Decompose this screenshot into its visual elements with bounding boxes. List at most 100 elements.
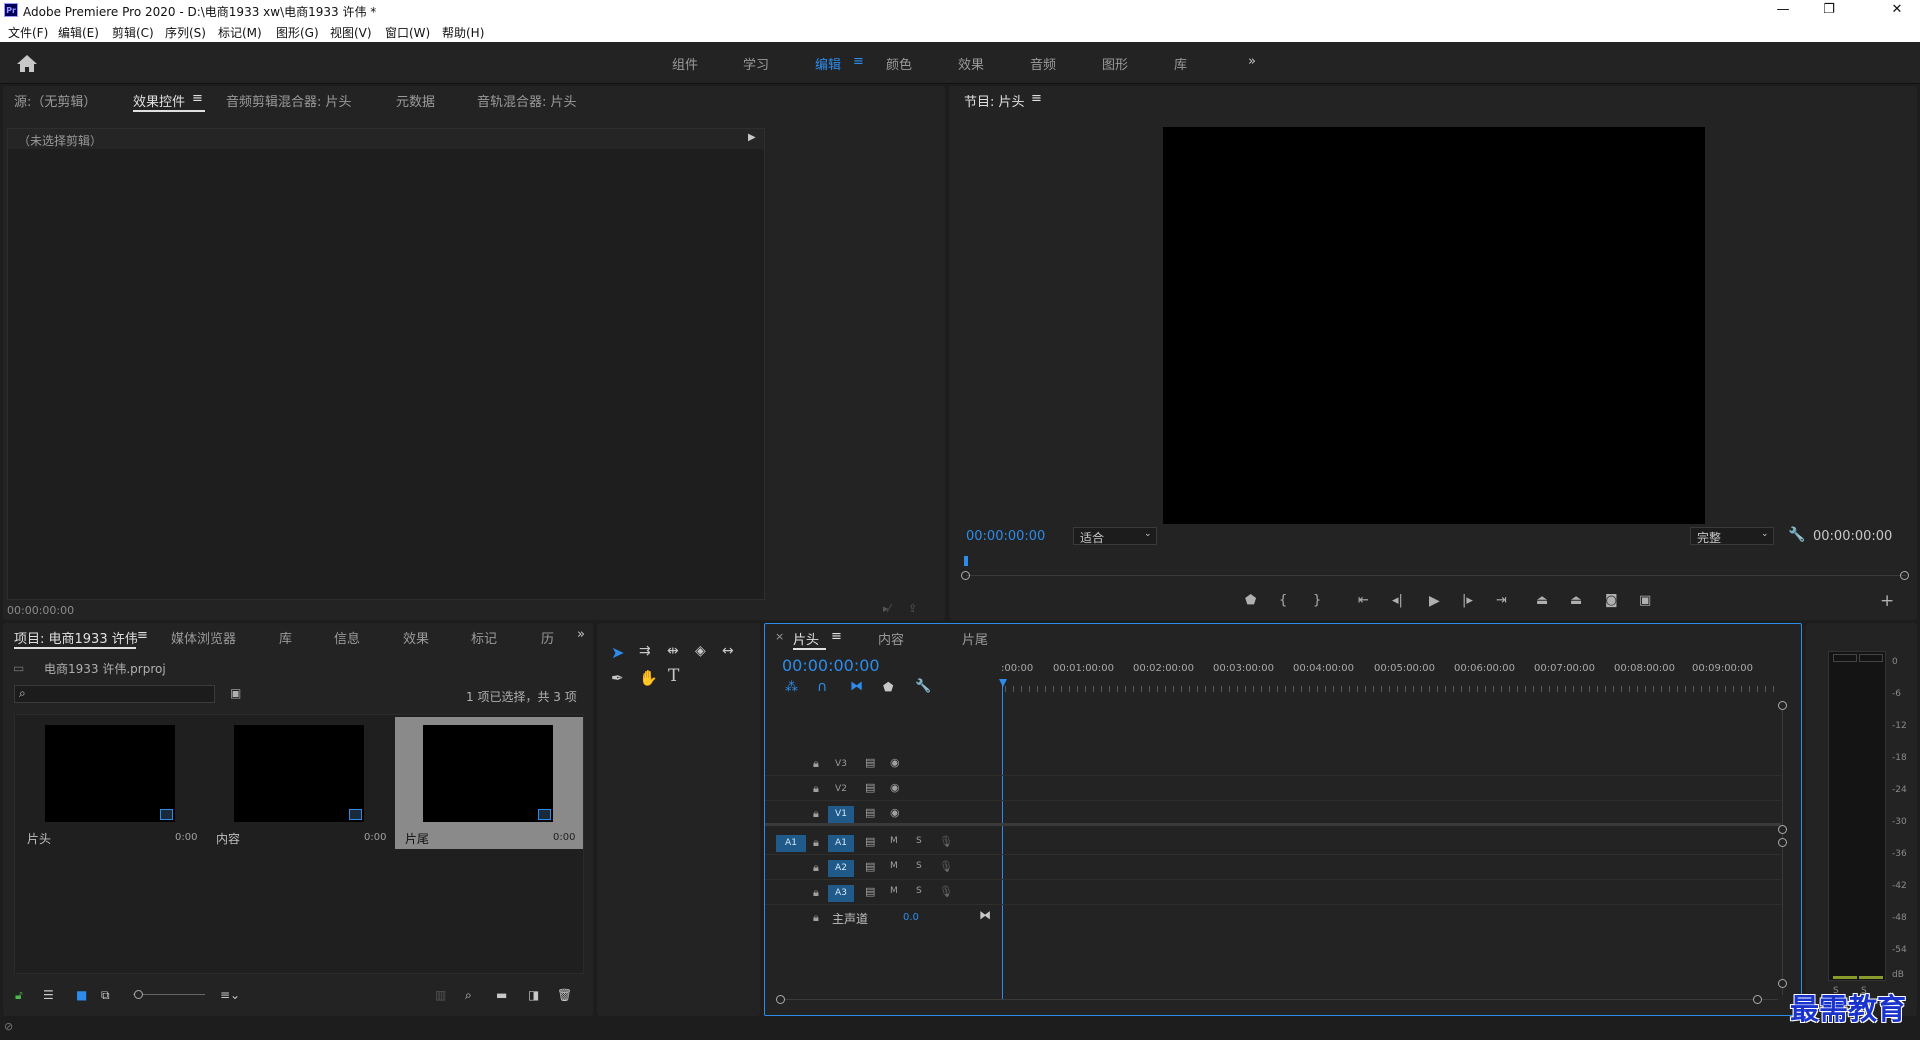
- extract-icon[interactable]: ⏏: [1570, 593, 1582, 608]
- add-marker-icon[interactable]: ⬟: [883, 680, 893, 694]
- menu-graphics[interactable]: 图形(G): [276, 24, 319, 41]
- vscroll-handle-mid[interactable]: [1778, 825, 1787, 834]
- step-back-icon[interactable]: ◂|: [1392, 593, 1403, 608]
- toggle-sync-icon[interactable]: ▤: [865, 756, 875, 769]
- menu-sequence[interactable]: 序列(S): [165, 24, 206, 41]
- close-button[interactable]: ✕: [1874, 0, 1920, 21]
- workspace-menu-icon[interactable]: ≡: [853, 54, 864, 69]
- wrench-icon[interactable]: 🔧: [1788, 527, 1805, 543]
- maximize-button[interactable]: ❐: [1806, 0, 1852, 21]
- tab-audio-clip-mixer[interactable]: 音频剪辑混合器: 片头: [226, 91, 352, 110]
- track-label[interactable]: A1: [828, 835, 854, 852]
- lock-icon[interactable]: 🔒︎: [813, 757, 819, 771]
- mark-out-icon[interactable]: }: [1313, 593, 1321, 608]
- find-icon[interactable]: ⌕: [465, 988, 472, 1003]
- lock-icon[interactable]: 🔒︎: [813, 836, 819, 850]
- workspace-color[interactable]: 颜色: [886, 54, 912, 73]
- horizontal-scrollbar[interactable]: [780, 999, 1778, 1000]
- lock-icon[interactable]: 🔓︎: [15, 988, 23, 1003]
- lock-icon[interactable]: 🔒︎: [813, 861, 819, 875]
- go-to-in-icon[interactable]: ⇤: [1358, 593, 1369, 608]
- menu-edit[interactable]: 编辑(E): [58, 24, 99, 41]
- project-search-input[interactable]: ⌕: [14, 685, 215, 703]
- expand-triangle-icon[interactable]: ▶: [748, 132, 756, 143]
- type-tool-icon[interactable]: T: [668, 666, 679, 686]
- selection-tool-icon[interactable]: ➤: [611, 643, 624, 662]
- menu-markers[interactable]: 标记(M): [218, 24, 262, 41]
- export-icon[interactable]: ⇪: [908, 602, 917, 615]
- tab-effect-controls[interactable]: 效果控件: [133, 91, 185, 110]
- audio-track-a1[interactable]: A1 🔒︎ A1 ▤ M S 🎙︎: [765, 831, 1781, 855]
- mute-button[interactable]: M: [890, 861, 898, 871]
- nest-toggle-icon[interactable]: ⁂: [785, 680, 798, 695]
- track-label[interactable]: A2: [828, 860, 854, 877]
- tab-audio-track-mixer[interactable]: 音轨混合器: 片头: [477, 91, 577, 110]
- lift-icon[interactable]: ⏏: [1536, 593, 1548, 608]
- hscroll-handle-left[interactable]: [776, 995, 785, 1004]
- tab-project[interactable]: 项目: 电商1933 许伟: [14, 628, 138, 647]
- eye-icon[interactable]: ◉: [890, 756, 900, 769]
- tab-history[interactable]: 历: [541, 628, 554, 647]
- step-forward-icon[interactable]: |▸: [1462, 593, 1473, 608]
- go-to-out-icon[interactable]: ⇥: [1496, 593, 1507, 608]
- go-to-end-icon[interactable]: ⧓: [979, 908, 991, 922]
- scrub-end-handle[interactable]: [1900, 571, 1909, 580]
- microphone-icon[interactable]: 🎙︎: [939, 885, 953, 898]
- timeline-settings-icon[interactable]: 🔧: [915, 679, 931, 694]
- close-sequence-icon[interactable]: ×: [775, 630, 784, 643]
- video-track-v1[interactable]: 🔒︎ V1 ▤ ◉: [765, 802, 1781, 826]
- tab-info[interactable]: 信息: [334, 628, 360, 647]
- toggle-sync-icon[interactable]: ▤: [865, 835, 875, 848]
- new-bin-icon[interactable]: ▬: [496, 988, 507, 1002]
- mute-button[interactable]: M: [890, 836, 898, 846]
- tab-effects[interactable]: 效果: [403, 628, 429, 647]
- eye-icon[interactable]: ◉: [890, 806, 900, 819]
- workspace-libraries[interactable]: 库: [1174, 54, 1187, 73]
- new-item-icon[interactable]: ◨: [528, 988, 539, 1002]
- vscroll-handle-top[interactable]: [1778, 701, 1787, 710]
- playhead-head[interactable]: [999, 679, 1007, 687]
- tab-markers[interactable]: 标记: [471, 628, 497, 647]
- mute-button[interactable]: M: [890, 886, 898, 896]
- lock-icon[interactable]: 🔒︎: [813, 807, 819, 821]
- slip-tool-icon[interactable]: ↔: [722, 643, 734, 659]
- track-label[interactable]: V2: [828, 781, 854, 798]
- workspace-graphics[interactable]: 图形: [1102, 54, 1128, 73]
- menu-help[interactable]: 帮助(H): [442, 24, 484, 41]
- panel-menu-icon[interactable]: ≡: [192, 91, 203, 106]
- lock-icon[interactable]: 🔒︎: [813, 782, 819, 796]
- menu-window[interactable]: 窗口(W): [385, 24, 430, 41]
- toggle-sync-icon[interactable]: ▤: [865, 781, 875, 794]
- microphone-icon[interactable]: 🎙︎: [939, 860, 953, 873]
- hand-tool-icon[interactable]: ✋: [639, 669, 658, 687]
- more-tabs-icon[interactable]: »: [577, 627, 585, 642]
- new-bin-from-search-icon[interactable]: ▣: [230, 686, 241, 700]
- toggle-sync-icon[interactable]: ▤: [865, 806, 875, 819]
- tab-sequence-outro[interactable]: 片尾: [962, 629, 988, 648]
- menu-view[interactable]: 视图(V): [330, 24, 372, 41]
- program-monitor-title[interactable]: 节目: 片头: [964, 91, 1025, 110]
- tab-libraries[interactable]: 库: [279, 628, 292, 647]
- program-video-frame[interactable]: [1163, 127, 1705, 524]
- source-patch-a1[interactable]: A1: [776, 835, 806, 852]
- project-item[interactable]: 内容 0:00: [206, 717, 391, 847]
- program-menu-icon[interactable]: ≡: [1031, 91, 1042, 106]
- hscroll-handle-right[interactable]: [1753, 995, 1762, 1004]
- filter-icon[interactable]: ▸⁄: [883, 602, 890, 615]
- linked-selection-icon[interactable]: ⧓: [850, 679, 863, 694]
- tab-metadata[interactable]: 元数据: [396, 91, 435, 110]
- compare-view-icon[interactable]: ▣: [1639, 593, 1651, 608]
- freeform-view-icon[interactable]: ⧉: [101, 988, 110, 1003]
- add-marker-icon[interactable]: ⬟: [1245, 593, 1256, 608]
- vscroll-handle-mid2[interactable]: [1778, 838, 1787, 847]
- mark-in-icon[interactable]: {: [1279, 593, 1287, 608]
- tab-sequence-intro[interactable]: 片头: [793, 629, 819, 648]
- menu-file[interactable]: 文件(F): [8, 24, 48, 41]
- video-track-v3[interactable]: 🔒︎ V3 ▤ ◉: [765, 752, 1781, 776]
- zoom-select[interactable]: 适合 ⌄: [1073, 527, 1157, 545]
- project-item[interactable]: 片头 0:00: [17, 717, 202, 847]
- quality-select[interactable]: 完整 ⌄: [1690, 527, 1774, 545]
- track-select-tool-icon[interactable]: ⇉: [639, 643, 651, 659]
- home-icon[interactable]: [14, 52, 40, 74]
- tab-media-browser[interactable]: 媒体浏览器: [171, 628, 236, 647]
